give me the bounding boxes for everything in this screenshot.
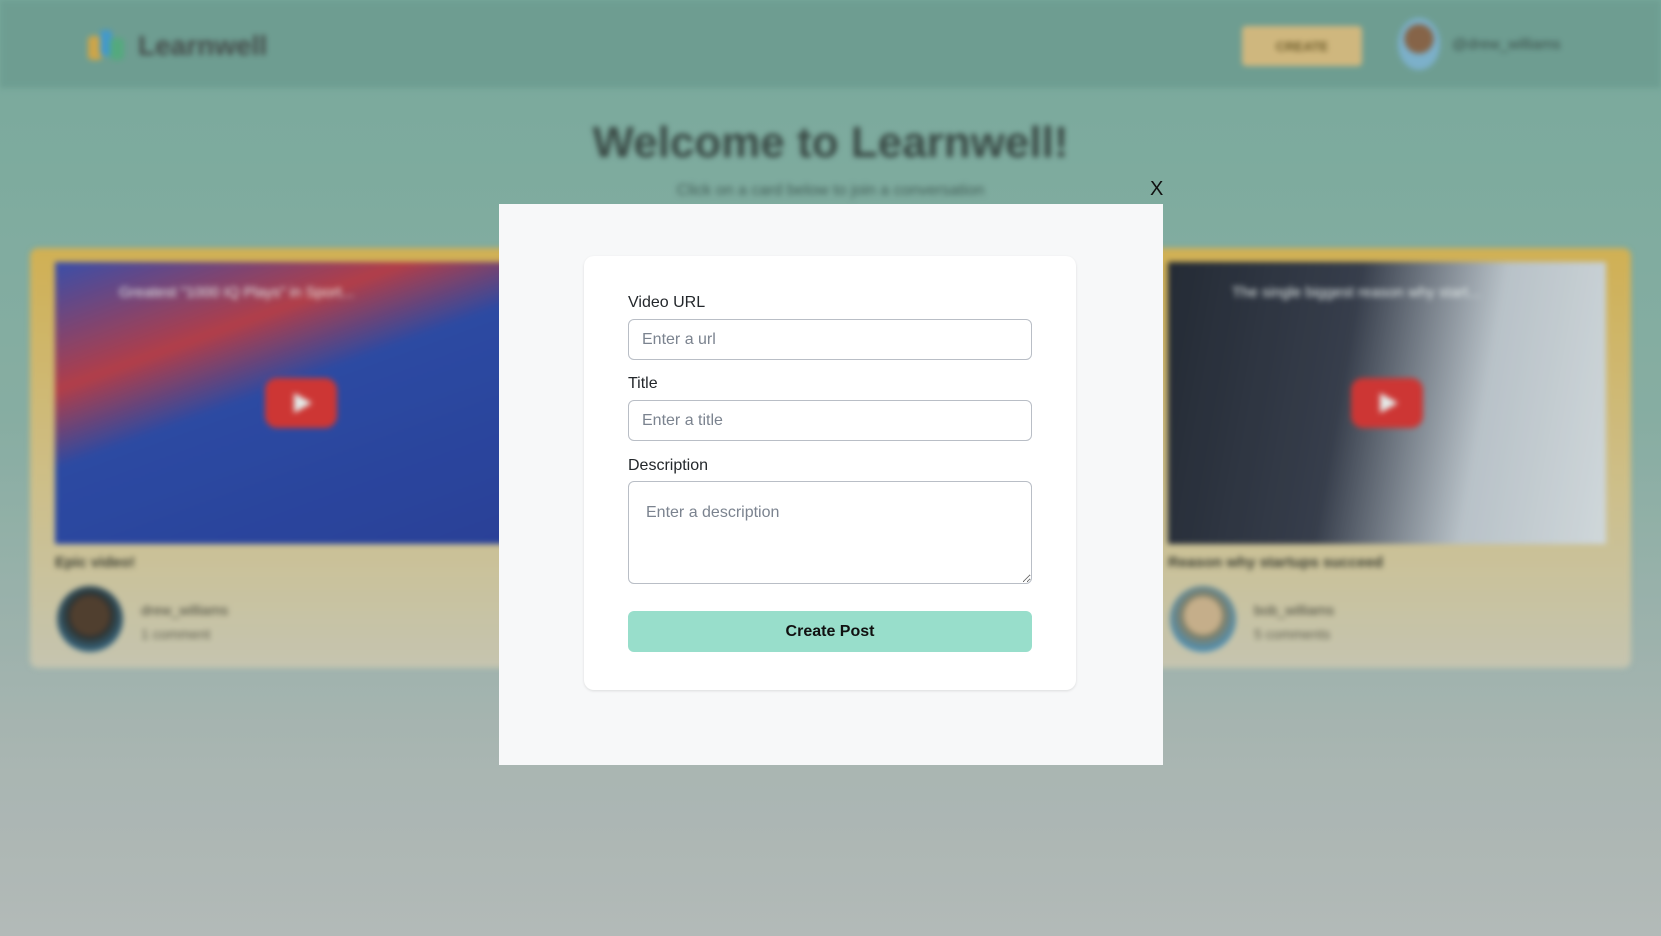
close-modal-button[interactable]: X bbox=[1150, 177, 1163, 201]
create-post-modal: Video URL Title Description Create Post bbox=[499, 204, 1163, 765]
create-post-button[interactable]: Create Post bbox=[628, 611, 1032, 652]
title-label: Title bbox=[628, 375, 658, 392]
description-label: Description bbox=[628, 457, 709, 474]
create-post-form: Video URL Title Description Create Post bbox=[584, 256, 1076, 690]
video-url-label: Video URL bbox=[628, 294, 706, 311]
title-input[interactable] bbox=[628, 400, 1032, 441]
video-url-input[interactable] bbox=[628, 319, 1032, 360]
description-textarea[interactable] bbox=[628, 481, 1032, 584]
